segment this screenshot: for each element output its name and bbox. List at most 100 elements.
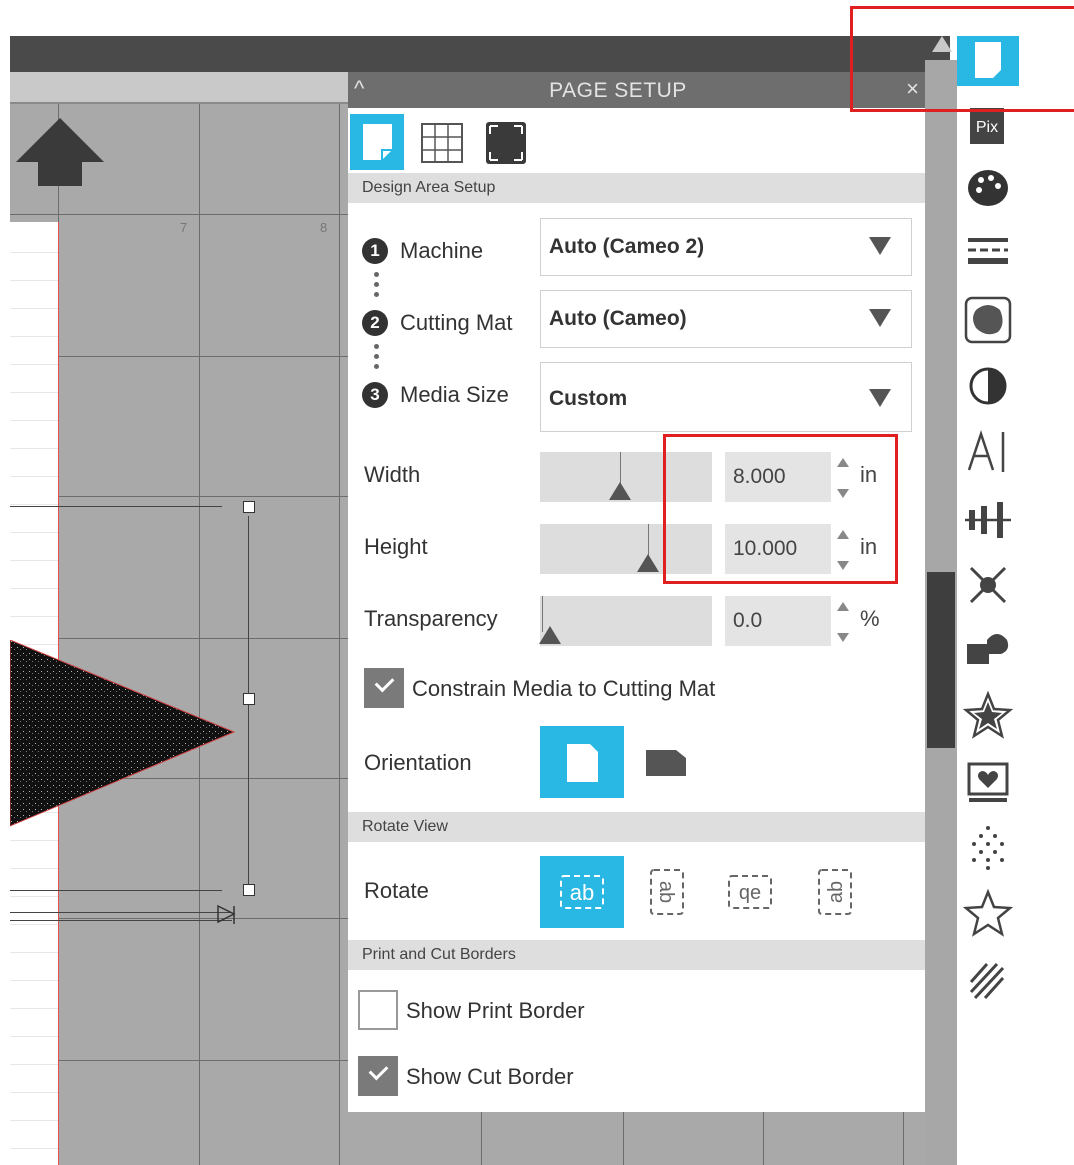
step-connector xyxy=(374,344,379,374)
portrait-page-icon xyxy=(567,744,598,782)
dots-icon xyxy=(972,826,1004,870)
show-print-border-checkbox[interactable] xyxy=(358,990,398,1030)
orientation-label: Orientation xyxy=(364,750,472,775)
store-heart-icon xyxy=(967,762,1009,802)
transparency-stepper[interactable] xyxy=(836,600,850,644)
text-icon xyxy=(967,430,1005,472)
cutting-mat-dropdown[interactable]: Auto (Cameo) xyxy=(540,290,912,348)
panel-title: PAGE SETUP xyxy=(549,79,687,102)
sidebar-favorites[interactable] xyxy=(957,886,1019,942)
pix-label: Pix xyxy=(976,119,998,136)
section-rotate-view: Rotate View xyxy=(348,812,925,842)
star-badge-icon xyxy=(962,690,1014,739)
transparency-slider[interactable] xyxy=(539,596,712,646)
cutting-mat-label: Cutting Mat xyxy=(400,310,513,335)
sidebar-align[interactable] xyxy=(957,490,1019,546)
right-sidebar: Pix xyxy=(957,36,1019,1165)
slider-thumb[interactable] xyxy=(637,554,659,572)
section-design-area: Design Area Setup xyxy=(348,173,925,203)
media-size-dropdown[interactable]: Custom xyxy=(540,362,912,432)
toolbar-strip xyxy=(10,72,348,104)
guide-line xyxy=(10,506,222,507)
line-style-icon xyxy=(968,238,1008,264)
transparency-unit: % xyxy=(860,606,880,631)
show-cut-border-checkbox[interactable] xyxy=(358,1056,398,1096)
panel-header: ^ PAGE SETUP × xyxy=(348,72,925,108)
sidebar-replicate[interactable] xyxy=(957,622,1019,678)
up-arrow-icon[interactable] xyxy=(16,118,112,190)
grid-line xyxy=(199,104,200,1165)
registration-marks-icon xyxy=(486,122,526,164)
trace-icon xyxy=(969,566,1007,604)
machine-value: Auto (Cameo 2) xyxy=(549,235,705,258)
guide-line xyxy=(10,912,232,913)
sidebar-text[interactable] xyxy=(957,424,1019,480)
section-print-cut-borders: Print and Cut Borders xyxy=(348,940,925,970)
orientation-portrait-button[interactable] xyxy=(540,726,624,798)
replicate-icon xyxy=(967,634,1009,664)
step-badge: 2 xyxy=(362,310,388,336)
hatch-icon xyxy=(969,962,1005,1000)
scrollbar-thumb[interactable] xyxy=(927,572,955,748)
rotate-0-button[interactable]: ab xyxy=(540,856,624,928)
app-top-bar xyxy=(10,36,950,72)
shadow-icon xyxy=(964,296,1012,344)
media-size-label: Media Size xyxy=(400,382,509,407)
height-label: Height xyxy=(364,534,428,559)
media-size-value: Custom xyxy=(549,387,628,410)
grid-icon xyxy=(421,123,463,163)
guide-line xyxy=(10,890,222,891)
tab-grid[interactable] xyxy=(414,114,468,170)
sidebar-store[interactable] xyxy=(957,754,1019,810)
step-connector xyxy=(374,272,379,302)
sidebar-sketch[interactable] xyxy=(957,820,1019,876)
sidebar-fill[interactable] xyxy=(957,160,1019,216)
rotate-270-button[interactable]: ab xyxy=(792,856,876,928)
step-badge: 1 xyxy=(362,238,388,264)
rotate-option-text: qe xyxy=(739,882,761,904)
sidebar-library[interactable] xyxy=(957,688,1019,744)
sidebar-transparency[interactable] xyxy=(957,358,1019,414)
machine-label: Machine xyxy=(400,238,484,263)
guide-line xyxy=(10,920,232,921)
ruler-number: 8 xyxy=(320,220,328,235)
cutting-mat-value: Auto (Cameo) xyxy=(549,307,687,330)
resize-handle[interactable] xyxy=(243,501,255,513)
pivot-marker-icon[interactable] xyxy=(216,904,238,926)
sidebar-shadow[interactable] xyxy=(957,292,1019,348)
triangle-shape[interactable] xyxy=(10,640,238,832)
ruler-number: 7 xyxy=(180,220,188,235)
landscape-page-icon xyxy=(646,750,686,776)
sidebar-trace[interactable] xyxy=(957,556,1019,612)
slider-thumb[interactable] xyxy=(609,482,631,500)
width-label: Width xyxy=(364,462,421,487)
tab-page-setup[interactable] xyxy=(350,114,404,170)
show-print-border-label: Show Print Border xyxy=(406,998,585,1023)
rotate-0-icon: ab xyxy=(560,875,604,909)
sidebar-line-style[interactable] xyxy=(957,226,1019,282)
transparency-input[interactable]: 0.0 xyxy=(725,596,831,646)
rotate-option-text: ab xyxy=(570,880,594,905)
transparency-value: 0.0 xyxy=(733,609,763,632)
orientation-landscape-button[interactable] xyxy=(624,726,708,798)
sidebar-hatch[interactable] xyxy=(957,952,1019,1008)
rotate-90-icon: ab xyxy=(650,869,684,915)
star-outline-icon xyxy=(962,888,1014,937)
align-icon xyxy=(965,502,1011,538)
rotate-180-icon: qe xyxy=(728,875,772,909)
grid-line xyxy=(339,104,340,1165)
machine-dropdown[interactable]: Auto (Cameo 2) xyxy=(540,218,912,276)
slider-thumb[interactable] xyxy=(539,626,561,644)
step-badge: 3 xyxy=(362,382,388,408)
page-icon xyxy=(363,124,392,160)
resize-handle[interactable] xyxy=(243,884,255,896)
resize-handle[interactable] xyxy=(243,693,255,705)
rotate-180-button[interactable]: qe xyxy=(708,856,792,928)
chevron-down-icon xyxy=(869,309,891,327)
constrain-checkbox[interactable] xyxy=(364,668,404,708)
rotate-90-button[interactable]: ab xyxy=(624,856,708,928)
tab-registration[interactable] xyxy=(480,114,534,170)
transparency-label: Transparency xyxy=(364,606,498,631)
rotate-option-text: ab xyxy=(655,881,677,903)
show-cut-border-label: Show Cut Border xyxy=(406,1064,574,1089)
